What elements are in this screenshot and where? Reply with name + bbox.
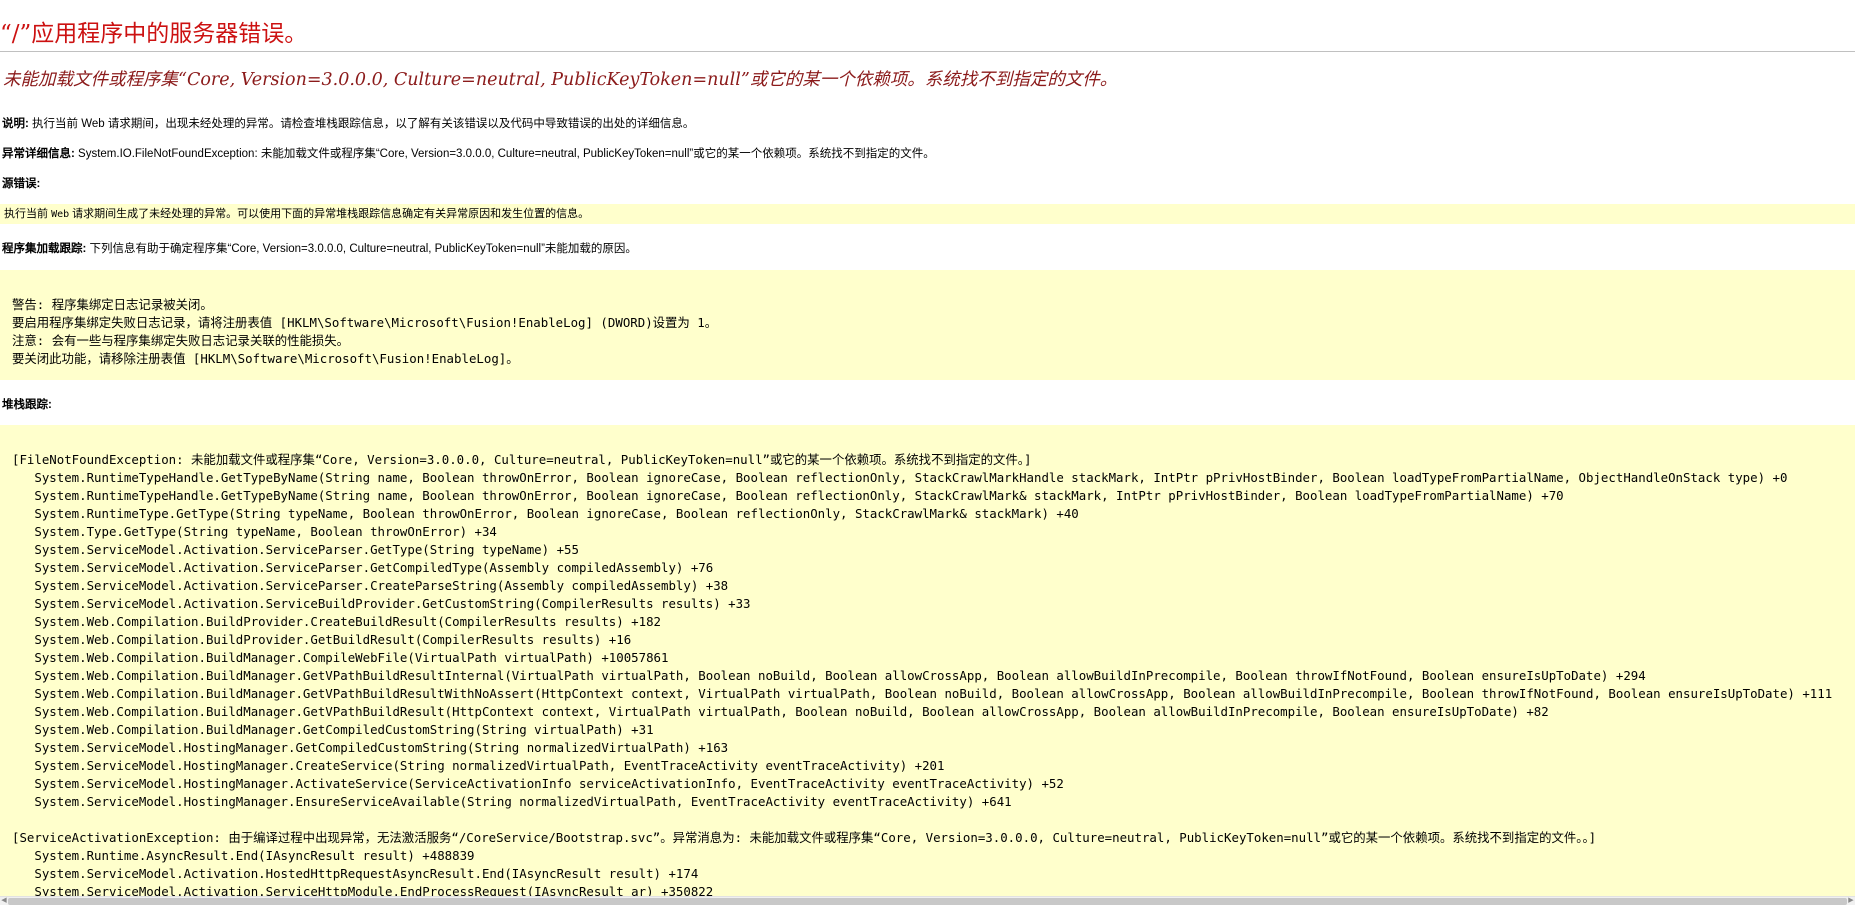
assembly-load-trace-box: 警告: 程序集绑定日志记录被关闭。 要启用程序集绑定失败日志记录，请将注册表值 … <box>0 270 1855 380</box>
source-error-text-after: 请求期间生成了未经处理的异常。可以使用下面的异常堆栈跟踪信息确定有关异常原因和发… <box>69 208 590 220</box>
scroll-right-arrow-icon[interactable]: ▶ <box>1847 897 1855 905</box>
stack-line: System.Web.Compilation.BuildManager.GetC… <box>12 722 654 737</box>
source-error-heading: 源错误: <box>2 175 40 191</box>
stack-line: [ServiceActivationException: 由于编译过程中出现异常… <box>12 830 1597 845</box>
assembly-load-trace-line: 程序集加载跟踪: 下列信息有助于确定程序集“Core, Version=3.0.… <box>2 240 637 256</box>
warning-line: 要关闭此功能，请移除注册表值 [HKLM\Software\Microsoft\… <box>12 351 519 366</box>
error-page: “/”应用程序中的服务器错误。 未能加载文件或程序集“Core, Version… <box>0 0 1855 905</box>
stack-line: System.Web.Compilation.BuildProvider.Cre… <box>12 614 662 629</box>
stack-line: System.ServiceModel.Activation.ServicePa… <box>12 542 579 557</box>
exception-details-text: System.IO.FileNotFoundException: 未能加载文件或… <box>74 148 935 160</box>
stack-line: System.RuntimeType.GetType(String typeNa… <box>12 506 1079 521</box>
description-text: 执行当前 Web 请求期间，出现未经处理的异常。请检查堆栈跟踪信息，以了解有关该… <box>28 118 695 130</box>
horizontal-scrollbar[interactable]: ◀ ▶ <box>0 896 1855 905</box>
error-message: 未能加载文件或程序集“Core, Version=3.0.0.0, Cultur… <box>3 70 1118 90</box>
assembly-load-trace-label: 程序集加载跟踪: <box>2 243 87 255</box>
assembly-load-trace-text: 下列信息有助于确定程序集“Core, Version=3.0.0.0, Cult… <box>86 243 637 255</box>
scrollbar-thumb[interactable] <box>8 898 1847 905</box>
stack-line: System.Web.Compilation.BuildManager.Comp… <box>12 650 669 665</box>
stack-line: [FileNotFoundException: 未能加载文件或程序集“Core,… <box>12 452 1032 467</box>
stack-trace-block-2: [ServiceActivationException: 由于编译过程中出现异常… <box>12 829 1855 898</box>
stack-line: System.Type.GetType(String typeName, Boo… <box>12 524 497 539</box>
stack-line: System.Runtime.AsyncResult.End(IAsyncRes… <box>12 848 475 863</box>
stack-line: System.ServiceModel.Activation.ServiceBu… <box>12 596 751 611</box>
source-error-box: 执行当前 Web 请求期间生成了未经处理的异常。可以使用下面的异常堆栈跟踪信息确… <box>0 204 1855 224</box>
description-line: 说明: 执行当前 Web 请求期间，出现未经处理的异常。请检查堆栈跟踪信息，以了… <box>2 115 694 131</box>
stack-line: System.Web.Compilation.BuildManager.GetV… <box>12 704 1549 719</box>
exception-details-line: 异常详细信息: System.IO.FileNotFoundException:… <box>2 145 935 161</box>
stack-line: System.ServiceModel.HostingManager.Activ… <box>12 776 1064 791</box>
stack-trace-heading: 堆栈跟踪: <box>2 396 52 412</box>
source-error-text-mono: Web <box>51 209 70 220</box>
stack-block-gap <box>12 811 1855 829</box>
stack-line: System.ServiceModel.HostingManager.Creat… <box>12 758 945 773</box>
stack-trace-box: [FileNotFoundException: 未能加载文件或程序集“Core,… <box>0 425 1855 898</box>
source-error-label: 源错误: <box>2 178 41 190</box>
warning-line: 警告: 程序集绑定日志记录被关闭。 <box>12 297 213 312</box>
stack-trace-label: 堆栈跟踪: <box>2 399 52 411</box>
page-title: “/”应用程序中的服务器错误。 <box>0 21 308 47</box>
scroll-left-arrow-icon[interactable]: ◀ <box>0 897 8 905</box>
stack-line: System.ServiceModel.Activation.ServicePa… <box>12 560 714 575</box>
source-error-text-before: 执行当前 <box>4 208 52 220</box>
stack-line: System.ServiceModel.Activation.ServicePa… <box>12 578 729 593</box>
stack-line: System.ServiceModel.HostingManager.Ensur… <box>12 794 1012 809</box>
stack-trace-block-1: [FileNotFoundException: 未能加载文件或程序集“Core,… <box>12 451 1855 811</box>
stack-line: System.ServiceModel.Activation.HostedHtt… <box>12 866 699 881</box>
stack-line: System.Web.Compilation.BuildManager.GetV… <box>12 668 1646 683</box>
stack-line: System.Web.Compilation.BuildProvider.Get… <box>12 632 632 647</box>
stack-line: System.RuntimeTypeHandle.GetTypeByName(S… <box>12 488 1564 503</box>
warning-text: 警告: 程序集绑定日志记录被关闭。 要启用程序集绑定失败日志记录，请将注册表值 … <box>12 296 1855 368</box>
stack-line: System.Web.Compilation.BuildManager.GetV… <box>12 686 1833 701</box>
warning-line: 注意: 会有一些与程序集绑定失败日志记录关联的性能损失。 <box>12 333 350 348</box>
stack-line: System.RuntimeTypeHandle.GetTypeByName(S… <box>12 470 1788 485</box>
stack-line: System.ServiceModel.HostingManager.GetCo… <box>12 740 729 755</box>
exception-details-label: 异常详细信息: <box>2 148 75 160</box>
description-label: 说明: <box>2 118 29 130</box>
warning-line: 要启用程序集绑定失败日志记录，请将注册表值 [HKLM\Software\Mic… <box>12 315 718 330</box>
